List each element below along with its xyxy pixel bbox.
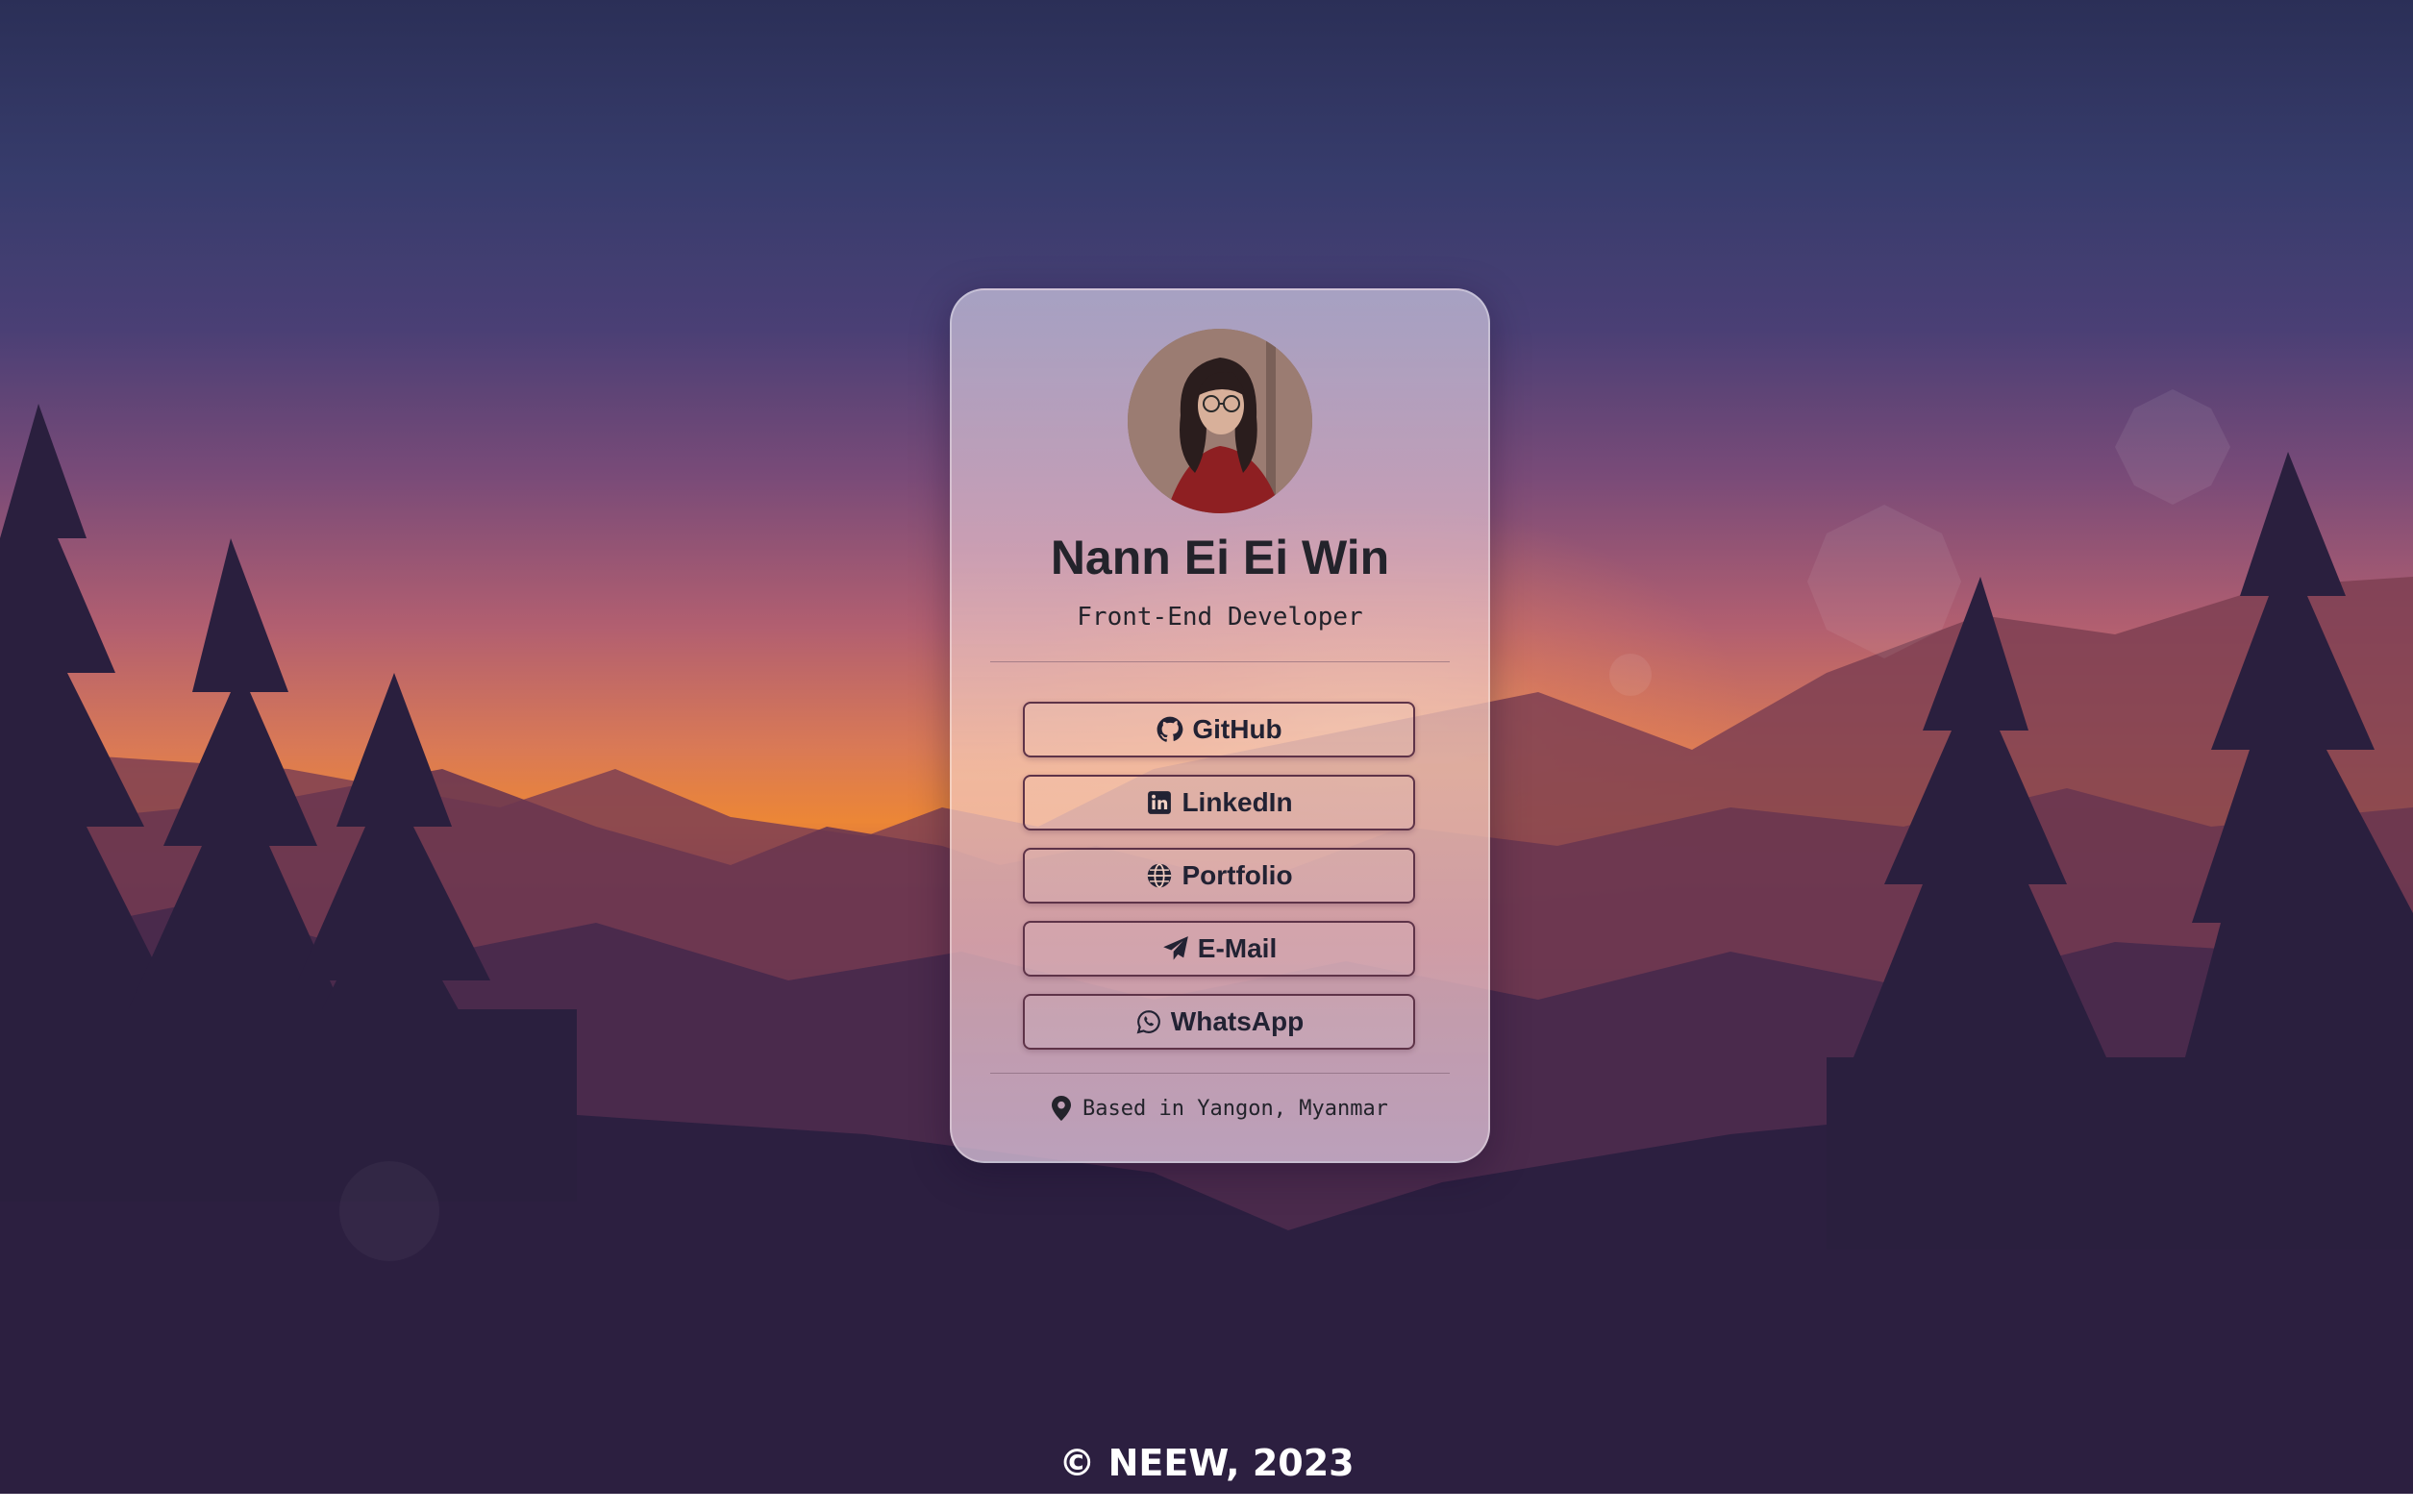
- paper-plane-icon: [1161, 934, 1190, 963]
- whatsapp-icon: [1134, 1007, 1163, 1036]
- links-list: GitHub LinkedIn Portfolio E-Mail WhatsAp…: [1023, 702, 1415, 1067]
- github-link-button[interactable]: GitHub: [1023, 702, 1415, 757]
- portfolio-link-button[interactable]: Portfolio: [1023, 848, 1415, 904]
- linkedin-link-label: LinkedIn: [1182, 787, 1293, 817]
- profile-name: Nann Ei Ei Win: [1050, 531, 1390, 584]
- linkedin-link-button[interactable]: LinkedIn: [1023, 775, 1415, 830]
- linkedin-icon: [1145, 788, 1174, 817]
- top-divider: [990, 661, 1450, 662]
- location-line: Based in Yangon, Myanmar: [952, 1096, 1488, 1121]
- profile-photo: [1128, 329, 1312, 513]
- whatsapp-link-label: WhatsApp: [1170, 1006, 1305, 1036]
- github-icon: [1156, 715, 1184, 744]
- globe-icon: [1145, 861, 1174, 890]
- github-link-label: GitHub: [1192, 714, 1282, 744]
- email-link-label: E-Mail: [1197, 933, 1278, 963]
- email-link-button[interactable]: E-Mail: [1023, 921, 1415, 977]
- portfolio-link-label: Portfolio: [1182, 860, 1293, 890]
- footer-copyright: © NEEW, 2023: [1058, 1442, 1355, 1484]
- location-text: Based in Yangon, Myanmar: [1082, 1096, 1388, 1121]
- whatsapp-link-button[interactable]: WhatsApp: [1023, 994, 1415, 1050]
- avatar-illustration: [1128, 329, 1312, 513]
- profile-card: Nann Ei Ei Win Front-End Developer GitHu…: [950, 288, 1490, 1163]
- profile-role: Front-End Developer: [1077, 603, 1363, 632]
- bottom-divider: [990, 1073, 1450, 1074]
- map-pin-icon: [1052, 1096, 1072, 1121]
